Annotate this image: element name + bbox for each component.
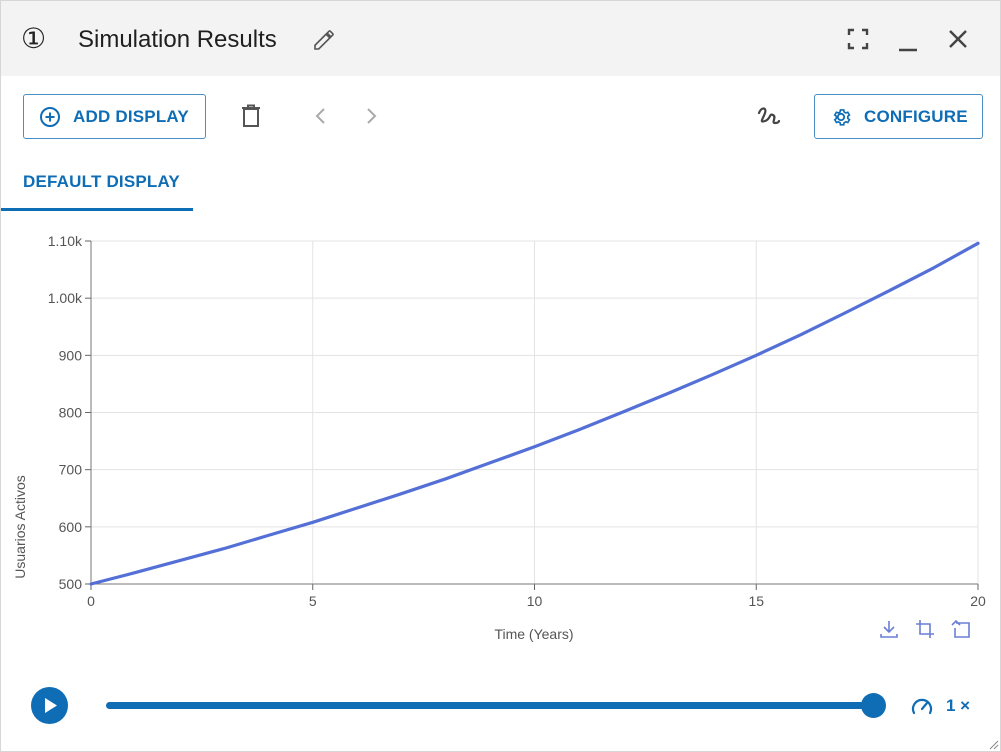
close-icon[interactable] [945,26,971,52]
trash-icon[interactable] [239,103,263,134]
tab-active-indicator [1,208,193,211]
time-slider-track[interactable] [106,702,873,709]
speed-control[interactable]: 1 × [910,694,970,718]
fullscreen-icon[interactable] [845,26,871,52]
x-tick-label: 10 [527,593,543,609]
squiggle-icon[interactable] [755,103,783,134]
y-tick-label: 700 [59,462,83,478]
simulation-results-window: ① Simulation Results ADD DISPLAY CONFIGU… [0,0,1001,752]
x-axis-label: Time (Years) [494,626,573,642]
y-axis-label: Usuarios Activos [12,475,28,578]
reset-icon[interactable] [951,619,970,638]
pencil-icon[interactable] [312,28,336,52]
display-toolbar: ADD DISPLAY CONFIGURE [1,76,1000,156]
tab-default-display[interactable]: DEFAULT DISPLAY [1,156,193,211]
time-slider-thumb[interactable] [861,693,886,718]
x-tick-label: 20 [970,593,986,609]
x-tick-label: 0 [87,593,95,609]
play-icon [45,698,57,713]
window-title: Simulation Results [78,26,277,53]
configure-button[interactable]: CONFIGURE [814,94,983,139]
play-button[interactable] [31,687,68,724]
chart-axes: 500 600 700 800 900 1.00k 1.10k 0 5 10 15 20 [48,233,986,609]
x-tick-label: 15 [748,593,764,609]
window-number: ① [21,22,47,55]
speedometer-icon [911,698,933,715]
chevron-left-icon[interactable] [312,106,330,131]
display-tabs: DEFAULT DISPLAY [1,156,1000,212]
configure-label: CONFIGURE [864,106,968,126]
resize-grip-icon[interactable] [987,738,999,750]
tab-label: DEFAULT DISPLAY [23,172,180,191]
title-bar: ① Simulation Results [1,1,1000,76]
chevron-right-icon[interactable] [362,106,380,131]
chart-grid [90,240,979,585]
y-tick-label: 1.10k [48,233,83,249]
y-tick-label: 1.00k [48,290,83,306]
speed-label: 1 × [946,696,971,715]
y-tick-label: 600 [59,519,83,535]
y-tick-label: 900 [59,347,83,363]
minimize-icon[interactable] [895,26,921,52]
plus-circle-icon [40,106,60,127]
playback-controls: 1 × [1,673,1000,743]
download-icon[interactable] [880,621,898,638]
add-display-label: ADD DISPLAY [73,106,189,126]
gear-icon [833,108,851,126]
add-display-button[interactable]: ADD DISPLAY [23,94,206,139]
y-tick-label: 800 [59,405,83,421]
x-tick-label: 5 [309,593,317,609]
crop-icon[interactable] [916,620,934,638]
line-chart: 500 600 700 800 900 1.00k 1.10k 0 5 10 15 20 Time (… [12,233,986,642]
y-tick-label: 500 [59,576,83,592]
